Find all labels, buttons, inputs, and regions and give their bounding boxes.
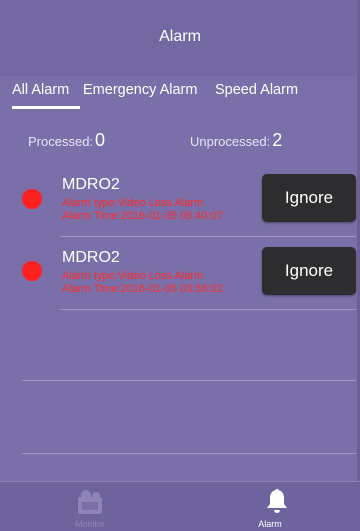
row-divider xyxy=(60,309,356,310)
tab-emergency-alarm[interactable]: Emergency Alarm xyxy=(83,82,197,98)
tab-all-alarm[interactable]: All Alarm xyxy=(12,82,69,98)
page-title: Alarm xyxy=(159,28,201,45)
row-divider xyxy=(22,380,356,381)
alarm-item[interactable]: MDRO2 Alarm type:Video Loss Alarm Alarm … xyxy=(0,168,360,240)
header-bar: Alarm xyxy=(0,0,360,76)
alarm-type: Alarm type:Video Loss Alarm xyxy=(62,270,204,282)
processed-value: 0 xyxy=(95,130,106,150)
tabbar-monitor-label: Monitor xyxy=(74,519,105,529)
alarm-time: Alarm Time:2016-01-05 03:58:02 xyxy=(62,283,223,295)
tabbar-monitor[interactable]: Monitor xyxy=(0,482,180,531)
ignore-button[interactable]: Ignore xyxy=(262,174,356,222)
unprocessed-value: 2 xyxy=(272,130,283,150)
alarm-status-dot xyxy=(22,189,42,209)
alarm-item[interactable]: MDRO2 Alarm type:Video Loss Alarm Alarm … xyxy=(0,241,360,313)
unprocessed-label: Unprocessed: xyxy=(190,134,271,149)
tabbar-alarm-label: Alarm xyxy=(258,519,282,529)
alarm-time: Alarm Time:2016-01-05 05:40:07 xyxy=(62,210,223,222)
alarm-device-name: MDRO2 xyxy=(62,176,120,193)
bottom-tab-bar: Monitor Alarm xyxy=(0,481,360,531)
tab-speed-alarm[interactable]: Speed Alarm xyxy=(215,82,298,98)
alarm-counts: Processed: 0 Unprocessed: 2 xyxy=(0,124,360,154)
monitor-icon xyxy=(78,490,102,514)
alarm-device-name: MDRO2 xyxy=(62,249,120,266)
unprocessed-count: Unprocessed: 2 xyxy=(190,130,282,151)
alarm-status-dot xyxy=(22,261,42,281)
bell-icon xyxy=(267,488,287,513)
alarm-tabs: All Alarm Emergency Alarm Speed Alarm xyxy=(0,76,360,110)
processed-label: Processed: xyxy=(28,134,94,149)
processed-count: Processed: 0 xyxy=(28,130,105,151)
active-tab-indicator xyxy=(12,106,80,109)
ignore-button[interactable]: Ignore xyxy=(262,247,356,295)
row-divider xyxy=(60,236,356,237)
alarm-type: Alarm type:Video Loss Alarm xyxy=(62,197,204,209)
row-divider xyxy=(22,453,356,454)
tabbar-alarm[interactable]: Alarm xyxy=(180,482,360,531)
